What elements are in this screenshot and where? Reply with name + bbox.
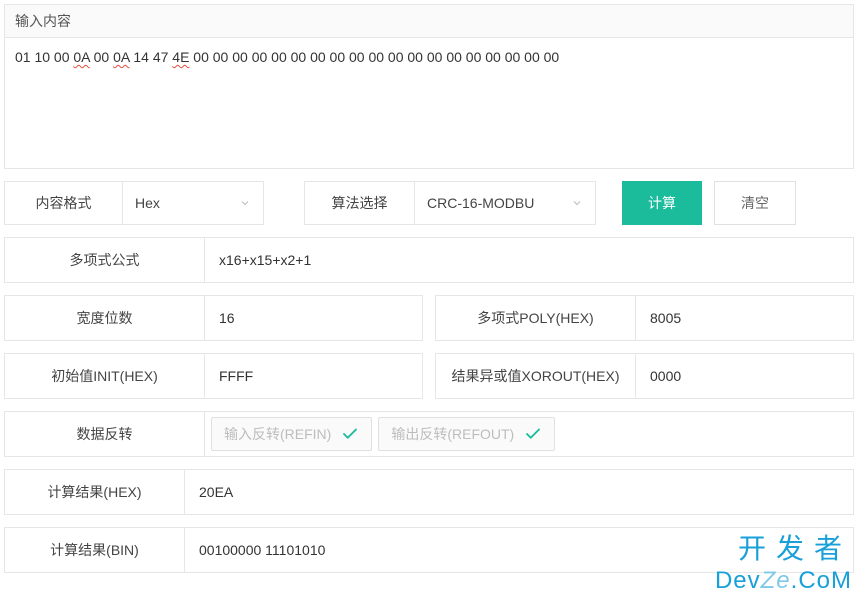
row-poly-formula: 多项式公式 x16+x15+x2+1 [4, 237, 854, 283]
reflect-values: 输入反转(REFIN) 输出反转(REFOUT) [205, 412, 575, 456]
row-init-xorout: 初始值INIT(HEX) FFFF 结果异或值XOROUT(HEX) 0000 [4, 353, 854, 399]
result-bin-label: 计算结果(BIN) [5, 528, 185, 572]
input-text-err2: 0A [113, 49, 129, 65]
algo-value: CRC-16-MODBU [427, 195, 534, 211]
init-value: FFFF [205, 354, 422, 398]
row-width-poly: 宽度位数 16 多项式POLY(HEX) 8005 [4, 295, 854, 341]
refin-toggle[interactable]: 输入反转(REFIN) [211, 417, 372, 451]
width-value: 16 [205, 296, 422, 340]
poly-hex-label: 多项式POLY(HEX) [436, 296, 636, 340]
input-panel: 输入内容 01 10 00 0A 00 0A 14 47 4E 00 00 00… [4, 4, 854, 169]
poly-formula-label: 多项式公式 [5, 238, 205, 282]
refout-text: 输出反转(REFOUT) [391, 424, 514, 444]
width-label: 宽度位数 [5, 296, 205, 340]
input-text-err1: 0A [73, 49, 89, 65]
result-hex-value: 20EA [185, 470, 247, 514]
init-label: 初始值INIT(HEX) [5, 354, 205, 398]
format-select[interactable]: Hex [123, 182, 263, 224]
check-icon [341, 425, 359, 443]
input-text-mid2: 14 47 [129, 49, 172, 65]
compute-button[interactable]: 计算 [622, 181, 702, 225]
format-value: Hex [135, 195, 160, 211]
check-icon [524, 425, 542, 443]
algo-label: 算法选择 [305, 182, 415, 224]
input-text-suffix: 00 00 00 00 00 00 00 00 00 00 00 00 00 0… [189, 49, 559, 65]
result-hex-label: 计算结果(HEX) [5, 470, 185, 514]
poly-hex-value: 8005 [636, 296, 853, 340]
poly-formula-value: x16+x15+x2+1 [205, 238, 325, 282]
result-bin-value: 00100000 11101010 [185, 528, 339, 572]
chevron-down-icon [571, 197, 583, 209]
xorout-label: 结果异或值XOROUT(HEX) [436, 354, 636, 398]
input-textarea[interactable]: 01 10 00 0A 00 0A 14 47 4E 00 00 00 00 0… [5, 38, 853, 168]
row-reflect: 数据反转 输入反转(REFIN) 输出反转(REFOUT) [4, 411, 854, 457]
refin-text: 输入反转(REFIN) [224, 424, 331, 444]
algo-select[interactable]: CRC-16-MODBU [415, 182, 595, 224]
format-label: 内容格式 [5, 182, 123, 224]
reflect-label: 数据反转 [5, 412, 205, 456]
input-text-mid1: 00 [90, 49, 113, 65]
clear-button[interactable]: 清空 [714, 181, 796, 225]
algo-group: 算法选择 CRC-16-MODBU [304, 181, 596, 225]
chevron-down-icon [239, 197, 251, 209]
format-group: 内容格式 Hex [4, 181, 264, 225]
xorout-value: 0000 [636, 354, 853, 398]
refout-toggle[interactable]: 输出反转(REFOUT) [378, 417, 555, 451]
controls-row: 内容格式 Hex 算法选择 CRC-16-MODBU 计算 清空 [4, 181, 854, 225]
row-result-bin: 计算结果(BIN) 00100000 11101010 [4, 527, 854, 573]
input-header: 输入内容 [5, 5, 853, 38]
row-result-hex: 计算结果(HEX) 20EA [4, 469, 854, 515]
input-text-prefix: 01 10 00 [15, 49, 73, 65]
input-text-err3: 4E [172, 49, 189, 65]
